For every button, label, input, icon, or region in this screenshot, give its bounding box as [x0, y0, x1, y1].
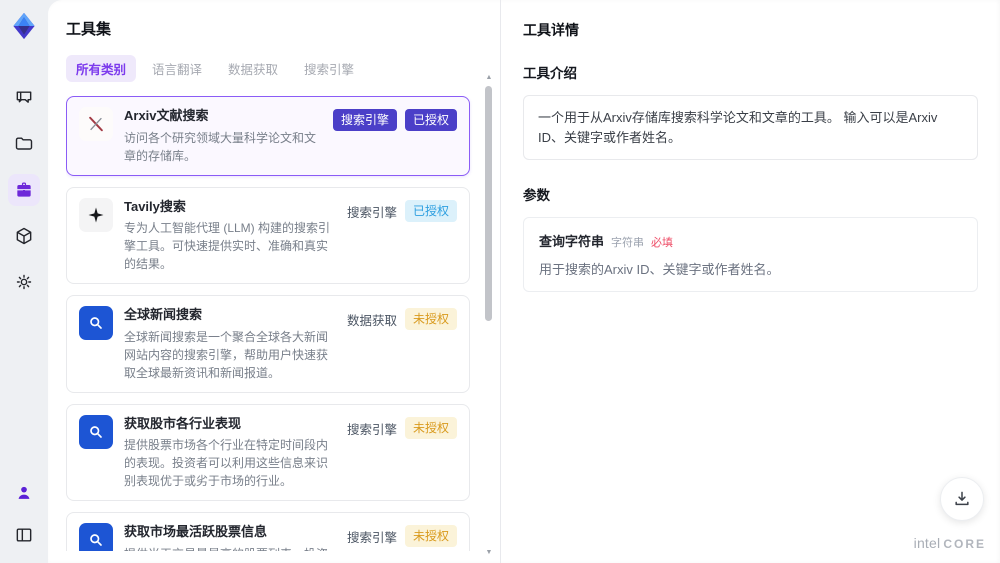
tab-data-fetch[interactable]: 数据获取 [218, 55, 288, 82]
news-search-logo-icon [79, 306, 113, 341]
intel-core-logo: intel CORE [913, 535, 986, 551]
stock-search-logo-icon [79, 523, 113, 551]
param-card: 查询字符串 字符串 必填 用于搜索的Arxiv ID、关键字或作者姓名。 [523, 217, 978, 292]
tool-name: Tavily搜索 [124, 198, 186, 214]
auth-status-badge: 已授权 [404, 199, 457, 222]
auth-status-badge: 已授权 [404, 109, 457, 131]
rail-bottom [8, 477, 40, 551]
tavily-star-icon [79, 197, 113, 232]
stock-search-logo-icon [79, 414, 113, 449]
auth-status-badge: 未授权 [404, 416, 457, 439]
user-icon[interactable] [8, 477, 40, 509]
tool-name: Arxiv文献搜索 [124, 108, 209, 123]
intro-heading: 工具介绍 [523, 66, 577, 81]
param-type: 字符串 [611, 237, 645, 249]
tool-card-most-active-stocks[interactable]: 获取市场最活跃股票信息 提供当天交易量最高的股票列表。投资者可以利用这些信息来识… [66, 512, 470, 551]
rail-nav [8, 82, 40, 298]
tool-detail-panel: 工具详情 工具介绍 一个用于从Arxiv存储库搜索科学论文和文章的工具。 输入可… [500, 0, 1000, 563]
param-desc: 用于搜索的Arxiv ID、关键字或作者姓名。 [539, 262, 780, 277]
tab-language-translation[interactable]: 语言翻译 [142, 55, 212, 82]
tool-card-tavily[interactable]: Tavily搜索 专为人工智能代理 (LLM) 构建的搜索引擎工具。可快速提供实… [66, 186, 470, 285]
list-scrollbar[interactable]: ▲ ▼ [485, 74, 493, 557]
tool-desc: 专为人工智能代理 (LLM) 构建的搜索引擎工具。可快速提供实时、准确和真实的结… [124, 221, 331, 272]
auth-status-badge: 未授权 [404, 525, 457, 548]
category-badge: 搜索引擎 [332, 109, 397, 131]
category-tabs: 所有类别 语言翻译 数据获取 搜索引擎 [66, 55, 500, 82]
folder-icon[interactable] [8, 128, 40, 160]
auth-status-badge: 未授权 [404, 308, 457, 331]
chat-icon[interactable] [8, 82, 40, 114]
tool-card-list: Arxiv文献搜索 访问各个研究领域大量科学论文和文章的存储库。 搜索引擎 已授… [66, 96, 500, 551]
detail-title: 工具详情 [523, 22, 579, 38]
arxiv-logo-icon [79, 107, 113, 141]
category-label: 数据获取 [346, 314, 397, 329]
tab-all-categories[interactable]: 所有类别 [66, 55, 137, 82]
tool-name: 获取市场最活跃股票信息 [124, 524, 268, 540]
download-icon [955, 491, 969, 506]
tool-card-sector-performance[interactable]: 获取股市各行业表现 提供股票市场各个行业在特定时间段内的表现。投资者可以利用这些… [66, 403, 470, 502]
tool-name: 获取股市各行业表现 [124, 415, 242, 431]
tool-desc: 提供股票市场各个行业在特定时间段内的表现。投资者可以利用这些信息来识别表现优于或… [124, 438, 329, 489]
tool-desc: 提供当天交易量最高的股票列表。投资者可以利用这些信息来识别流动性强的股票和潜在的… [124, 545, 336, 551]
tool-desc: 全球新闻搜索是一个聚合全球各大新闻网站内容的搜索引擎，帮助用户快速获取全球最新资… [124, 329, 329, 380]
page-title: 工具集 [66, 21, 112, 38]
main-area: 工具集 所有类别 语言翻译 数据获取 搜索引擎 Arxiv文献搜索 访问各个研究… [48, 0, 1000, 563]
param-name: 查询字符串 [539, 234, 605, 249]
param-required-flag: 必填 [651, 237, 674, 249]
briefcase-icon[interactable] [8, 174, 40, 206]
cube-icon[interactable] [8, 220, 40, 252]
scroll-down-icon[interactable]: ▼ [485, 549, 493, 557]
tool-card-arxiv[interactable]: Arxiv文献搜索 访问各个研究领域大量科学论文和文章的存储库。 搜索引擎 已授… [66, 96, 470, 176]
left-rail [0, 0, 48, 563]
scrollbar-thumb[interactable] [485, 86, 492, 321]
panel-toggle-icon[interactable] [8, 519, 40, 551]
params-heading: 参数 [523, 188, 550, 203]
intro-text-box: 一个用于从Arxiv存储库搜索科学论文和文章的工具。 输入可以是Arxiv ID… [523, 95, 978, 160]
tool-desc: 访问各个研究领域大量科学论文和文章的存储库。 [124, 130, 317, 163]
tool-card-global-news[interactable]: 全球新闻搜索 全球新闻搜索是一个聚合全球各大新闻网站内容的搜索引擎，帮助用户快速… [66, 295, 470, 393]
category-label: 搜索引擎 [346, 422, 397, 437]
category-label: 搜索引擎 [346, 531, 397, 546]
app-logo-icon [6, 8, 42, 44]
scroll-up-icon[interactable]: ▲ [485, 74, 493, 82]
download-button[interactable] [940, 477, 984, 521]
tab-search-engine[interactable]: 搜索引擎 [294, 55, 364, 82]
gear-icon[interactable] [8, 266, 40, 298]
category-label: 搜索引擎 [346, 205, 397, 220]
tool-name: 全球新闻搜索 [124, 307, 203, 323]
tool-list-panel: 工具集 所有类别 语言翻译 数据获取 搜索引擎 Arxiv文献搜索 访问各个研究… [48, 0, 500, 563]
